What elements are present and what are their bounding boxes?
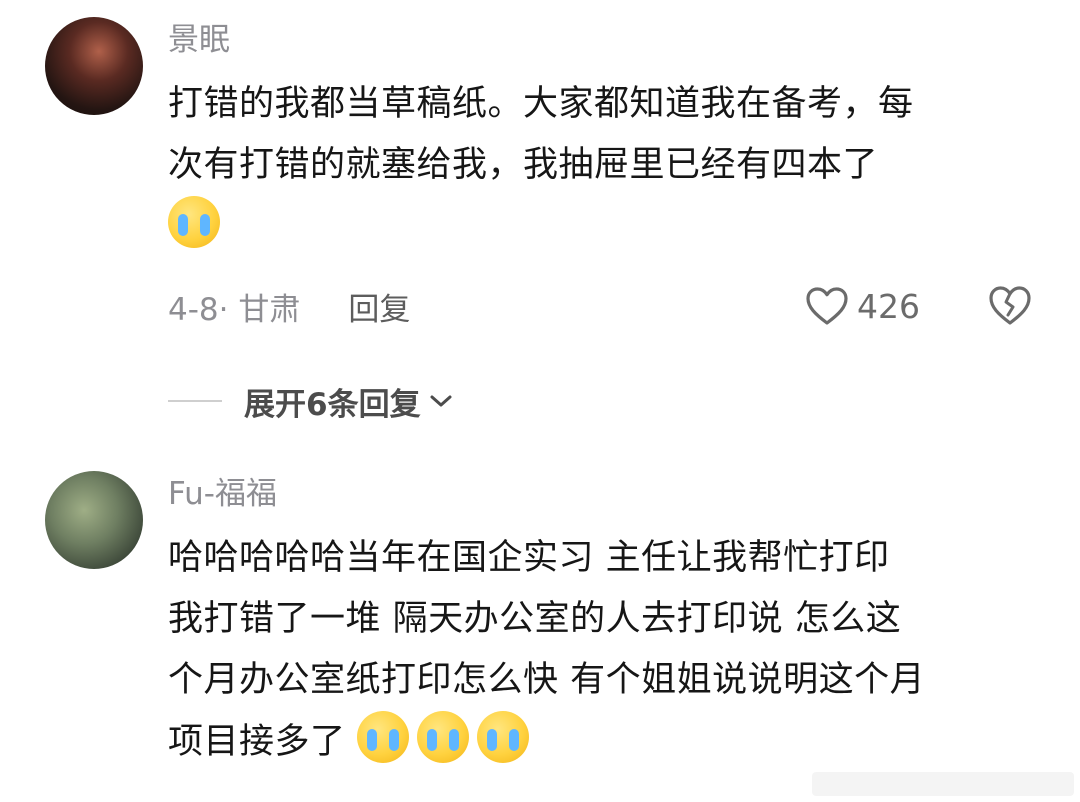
user-avatar[interactable] bbox=[45, 471, 143, 569]
expand-replies-label: 展开6条回复 bbox=[244, 386, 421, 423]
comment-date-location: 4-8· 甘肃 bbox=[168, 291, 301, 328]
loudly-crying-face-icon bbox=[168, 196, 220, 248]
comment-text: 打错的我都当草稿纸。大家都知道我在备考，每 次有打错的就塞给我，我抽屉里已经有四… bbox=[168, 74, 1048, 258]
comment-username[interactable]: Fu-福福 bbox=[168, 474, 277, 514]
comment-text-line: 哈哈哈哈哈当年在国企实习 主任让我帮忙打印 bbox=[168, 538, 890, 578]
broken-heart-icon[interactable] bbox=[988, 284, 1032, 326]
like-button[interactable]: 426 bbox=[805, 282, 920, 330]
comment-text: 哈哈哈哈哈当年在国企实习 主任让我帮忙打印 我打错了一堆 隔天办公室的人去打印说… bbox=[168, 528, 1048, 773]
expand-replies-button[interactable]: 展开6条回复 bbox=[168, 377, 455, 425]
chevron-down-icon bbox=[430, 395, 452, 407]
holding-back-tears-face-icon bbox=[477, 711, 530, 763]
comment-username[interactable]: 景眠 bbox=[168, 20, 230, 60]
comment-text-line: 个月办公室纸打印怎么快 有个姐姐说说明这个月 bbox=[168, 660, 926, 700]
comment-text-line: 次有打错的就塞给我，我抽屉里已经有四本了 bbox=[168, 145, 879, 185]
comment-text-line: 打错的我都当草稿纸。大家都知道我在备考，每 bbox=[168, 84, 914, 124]
like-count: 426 bbox=[857, 286, 920, 326]
holding-back-tears-face-icon bbox=[417, 711, 470, 763]
user-avatar[interactable] bbox=[45, 17, 143, 115]
holding-back-tears-face-icon bbox=[357, 711, 410, 763]
heart-icon bbox=[806, 287, 848, 325]
comment-meta: 4-8· 甘肃 回复 bbox=[168, 282, 410, 330]
reply-button[interactable]: 回复 bbox=[348, 284, 410, 329]
comment-text-line: 项目接多了 bbox=[168, 722, 346, 762]
watermark bbox=[812, 772, 1074, 796]
comment-text-line: 我打错了一堆 隔天办公室的人去打印说 怎么这 bbox=[168, 599, 902, 639]
divider-line bbox=[168, 400, 222, 402]
